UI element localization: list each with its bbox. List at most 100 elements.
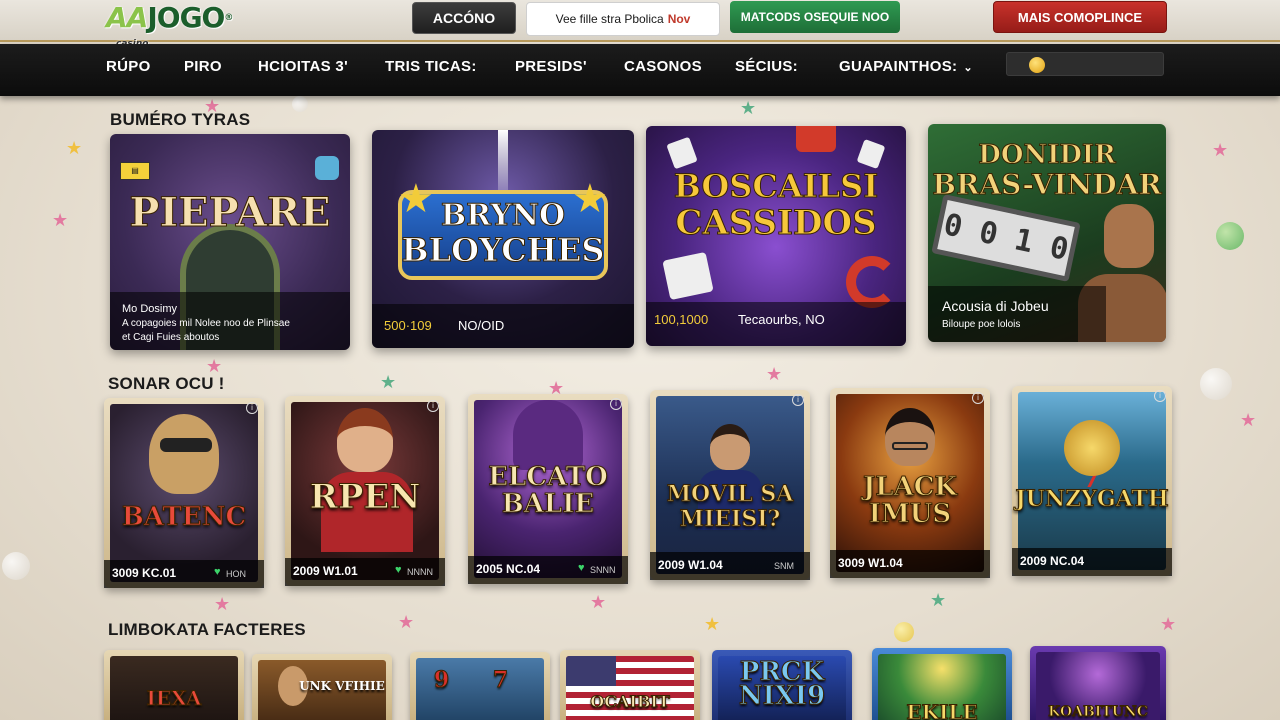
game-tag: NNNN xyxy=(407,567,433,577)
bottom-game-title: IEXA xyxy=(146,686,202,710)
reel-display: 0 0 1 0 xyxy=(931,194,1081,282)
coupon-icon: ▤ xyxy=(120,162,150,180)
nav-item-tris-ticas[interactable]: TRIS TICAS: xyxy=(385,58,477,75)
game-card[interactable]: i RPEN 2009 W1.01 ♥ NNNN xyxy=(285,396,445,586)
section-title-featured: BUMÉRO TYRAS xyxy=(110,110,251,129)
featured-caption: Mo Dosimy xyxy=(122,303,178,315)
game-value: 3009 W1.04 xyxy=(838,556,903,570)
info-icon[interactable]: i xyxy=(972,392,984,404)
logo-registered-mark: ® xyxy=(224,13,233,23)
glasses-icon xyxy=(892,442,928,450)
game-card[interactable]: i BATENC 3009 KC.01 ♥ HON xyxy=(104,398,264,588)
character-face xyxy=(337,408,393,472)
game-value: 2005 NC.04 xyxy=(476,562,541,576)
info-icon[interactable]: i xyxy=(610,398,622,410)
info-icon[interactable]: i xyxy=(246,402,258,414)
featured-title-line1: DONIDIR xyxy=(978,140,1116,170)
chip-icon xyxy=(846,256,898,308)
bottom-game-card[interactable]: EKILE xyxy=(872,648,1012,720)
bottom-game-card[interactable]: OCAIBIT xyxy=(560,650,700,720)
featured-title-line1: BOSCAILSI xyxy=(673,167,879,205)
nav-item-piro[interactable]: PIRO xyxy=(184,58,222,75)
game-card[interactable]: i JLACK IMUS 3009 W1.04 xyxy=(830,388,990,578)
game-value: 2009 W1.04 xyxy=(658,558,723,572)
game-tag: SNNN xyxy=(590,565,616,575)
featured-caption: Tecaourbs, NO xyxy=(738,312,825,327)
nav-item-guapainthos[interactable]: GUAPAINTHOS: ⌄ xyxy=(839,58,973,75)
info-icon[interactable]: i xyxy=(1154,390,1166,402)
section-title-limited: LIMBOKATA FACTERES xyxy=(108,620,306,639)
game-value: 2009 W1.01 xyxy=(293,564,358,578)
info-icon[interactable]: i xyxy=(792,394,804,406)
mask-icon xyxy=(160,438,212,452)
wallet-balance[interactable] xyxy=(1006,52,1164,76)
game-value: 3009 KC.01 xyxy=(112,566,177,580)
register-button[interactable]: MAIS COMOPLINCE xyxy=(993,1,1167,33)
notice-text: Vee fille stra Pbolica xyxy=(555,12,664,26)
notice-banner[interactable]: Vee fille stra Pbolica Nov xyxy=(526,2,720,36)
game-title: ELCATO BALIE xyxy=(488,462,609,519)
featured-card-piepare[interactable]: ▤ PIEPARE Mo Dosimy A copagoies mil Nole… xyxy=(110,134,350,350)
bottom-game-title: 9 7 xyxy=(433,667,527,693)
featured-card-bryno[interactable]: ★ ★ BRYNO BLOYCHES 500·109 NO/OID xyxy=(372,130,634,348)
bottom-game-card[interactable]: UNK VFIHIE xyxy=(252,654,392,720)
flag-canton xyxy=(566,656,616,686)
bottom-game-card[interactable]: KOABITUNC xyxy=(1030,646,1166,720)
game-art xyxy=(110,404,258,582)
game-card[interactable]: i ELCATO BALIE 2005 NC.04 ♥ SNNN xyxy=(468,394,628,584)
game-title: RPEN xyxy=(309,477,421,517)
online-dot-icon: ♥ xyxy=(578,562,585,574)
featured-caption: A copagoies mil Nolee noo de Plinsae xyxy=(122,318,290,329)
logo-text: JOGO xyxy=(147,1,225,34)
featured-caption: et Cagi Fuies aboutos xyxy=(122,332,220,343)
login-button[interactable]: ACCÓNO xyxy=(412,2,516,34)
online-dot-icon: ♥ xyxy=(214,566,221,578)
golden-idol-icon xyxy=(1064,420,1120,476)
character-face xyxy=(1104,204,1154,268)
nav-item-casonos[interactable]: CASONOS xyxy=(624,58,702,75)
main-nav: RÚPO PIRO HCIOITAS 3' TRIS TICAS: PRESID… xyxy=(0,44,1280,96)
featured-caption: Acousia di Jobeu xyxy=(942,298,1049,314)
bottom-game-card[interactable]: 9 7 xyxy=(410,652,550,720)
card-caption-band xyxy=(928,286,1106,342)
site-logo[interactable]: AAJOGO® casino xyxy=(106,1,233,50)
bottom-game-card[interactable]: PRCK NIXI9 xyxy=(712,650,852,720)
nav-item-secius[interactable]: SÉCIUS: xyxy=(735,58,798,75)
character-face xyxy=(885,408,935,466)
game-card[interactable]: i MOVIL SA MIEISI? 2009 W1.04 SNM xyxy=(650,390,810,580)
nav-item-guapainthos-label: GUAPAINTHOS: xyxy=(839,58,958,75)
notice-highlight: Nov xyxy=(667,12,691,26)
card-icon xyxy=(856,138,886,170)
bottom-game-title: OCAIBIT xyxy=(590,692,670,712)
game-card[interactable]: 9 7 i JUNZYGATH 2009 NC.04 xyxy=(1012,386,1172,576)
game-title: MOVIL SA MIEISI? xyxy=(666,481,794,532)
game-title: BATENC xyxy=(121,502,247,532)
info-icon[interactable]: i xyxy=(427,400,439,412)
top-bar: AAJOGO® casino ACCÓNO Vee fille stra Pbo… xyxy=(0,0,1280,50)
game-tag: HON xyxy=(226,569,246,579)
section-title-popular: SONAR OCU ! xyxy=(108,374,225,393)
nav-item-hcioitas[interactable]: HCIOITAS 3' xyxy=(258,58,348,75)
chip-icon xyxy=(796,126,836,152)
bottom-game-title: KOABITUNC xyxy=(1048,704,1149,720)
featured-card-donidir[interactable]: 0 0 1 0 DONIDIR BRAS-VINDAR Acousia di J… xyxy=(928,124,1166,342)
bottom-game-card[interactable]: IEXA xyxy=(104,650,244,720)
featured-card-boscailsi[interactable]: BOSCAILSI CASSIDOS 100,1000 Tecaourbs, N… xyxy=(646,126,906,346)
badge-icon xyxy=(315,156,339,180)
card-icon xyxy=(662,251,714,301)
featured-caption: NO/OID xyxy=(458,318,505,333)
featured-title: PIEPARE xyxy=(129,189,331,236)
featured-title-line1: BRYNO xyxy=(440,198,566,233)
coin-icon xyxy=(1029,57,1045,73)
nav-item-rupo[interactable]: RÚPO xyxy=(106,58,151,75)
chevron-down-icon: ⌄ xyxy=(963,62,973,74)
featured-caption: Biloupe poe lolois xyxy=(942,319,1021,330)
promo-button[interactable]: MATCODS OSEQUIE NOO xyxy=(730,1,900,33)
card-icon xyxy=(666,136,698,170)
nav-item-presids[interactable]: PRESIDS' xyxy=(515,58,587,75)
featured-value: 100,1000 xyxy=(654,312,709,327)
game-value: 2009 NC.04 xyxy=(1020,554,1085,568)
game-art: 9 7 xyxy=(1018,392,1166,570)
featured-title-line2: BRAS-VINDAR xyxy=(932,168,1162,201)
character-face xyxy=(710,424,750,470)
